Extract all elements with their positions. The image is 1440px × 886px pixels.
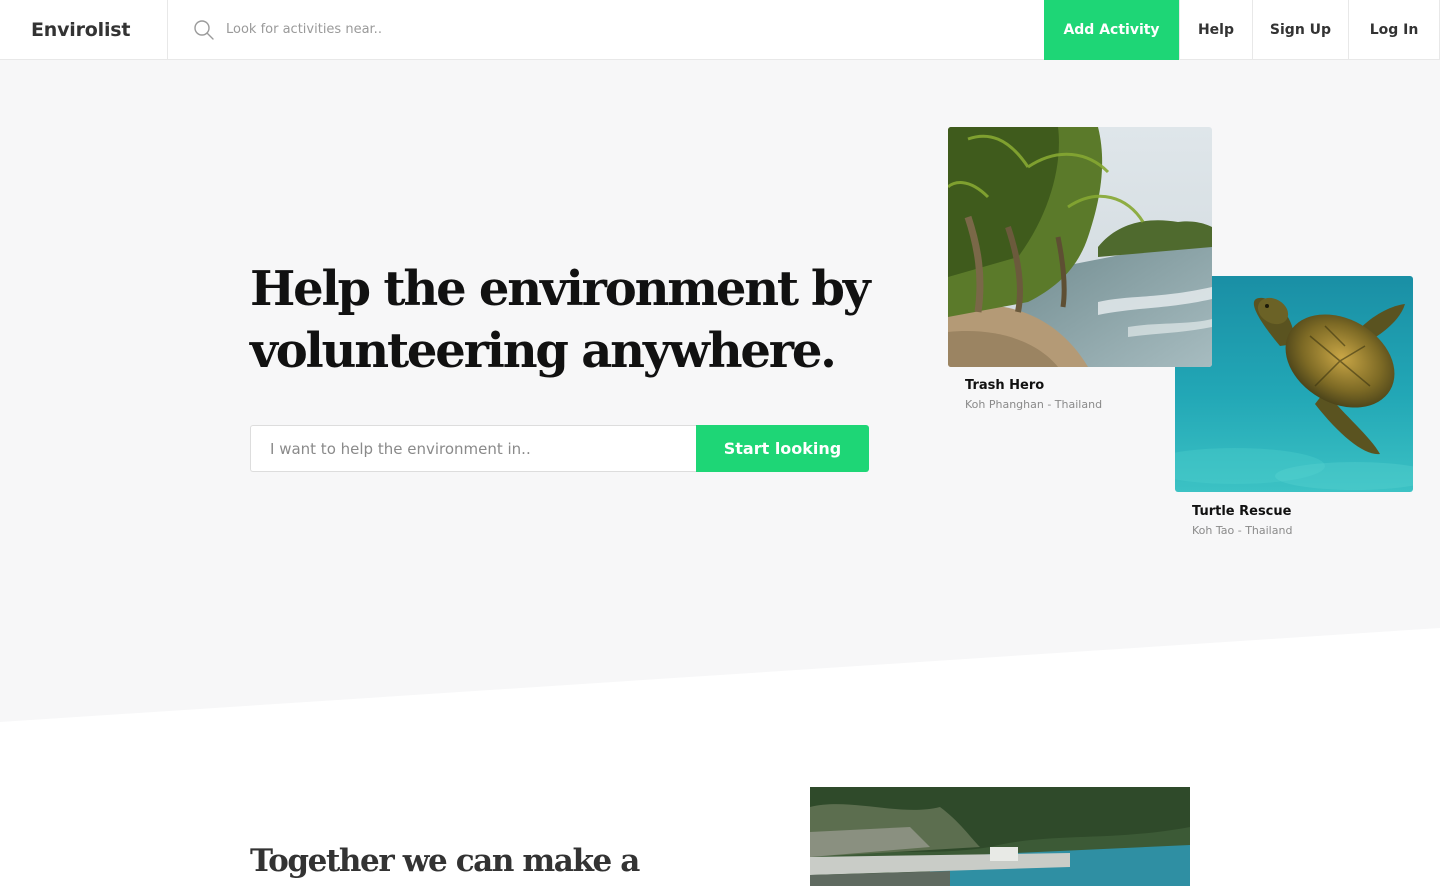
hero-headline: Help the environment by volunteering any… bbox=[250, 261, 871, 379]
dam-image bbox=[810, 787, 1190, 886]
card-title: Turtle Rescue bbox=[1192, 504, 1292, 519]
hero-search-form: Start looking bbox=[250, 425, 869, 472]
card-location: Koh Tao - Thailand bbox=[1192, 524, 1293, 537]
activity-search-input[interactable] bbox=[226, 22, 526, 37]
add-activity-button[interactable]: Add Activity bbox=[1044, 0, 1179, 60]
beach-image[interactable] bbox=[948, 127, 1212, 367]
activity-card-trash-hero[interactable]: Trash Hero Koh Phanghan - Thailand bbox=[948, 127, 1212, 411]
card-location: Koh Phanghan - Thailand bbox=[965, 398, 1103, 411]
nav-search bbox=[168, 0, 1044, 59]
help-link[interactable]: Help bbox=[1179, 0, 1252, 60]
section-title: Together we can make a bbox=[250, 843, 640, 879]
card-title: Trash Hero bbox=[965, 378, 1045, 393]
sign-up-link[interactable]: Sign Up bbox=[1252, 0, 1348, 60]
brand-logo[interactable]: Envirolist bbox=[0, 0, 168, 60]
top-navbar: Envirolist Add Activity Help Sign Up Log… bbox=[0, 0, 1440, 60]
search-icon bbox=[194, 19, 214, 40]
location-input[interactable] bbox=[250, 425, 696, 472]
log-in-link[interactable]: Log In bbox=[1348, 0, 1440, 60]
start-looking-button[interactable]: Start looking bbox=[696, 425, 869, 472]
